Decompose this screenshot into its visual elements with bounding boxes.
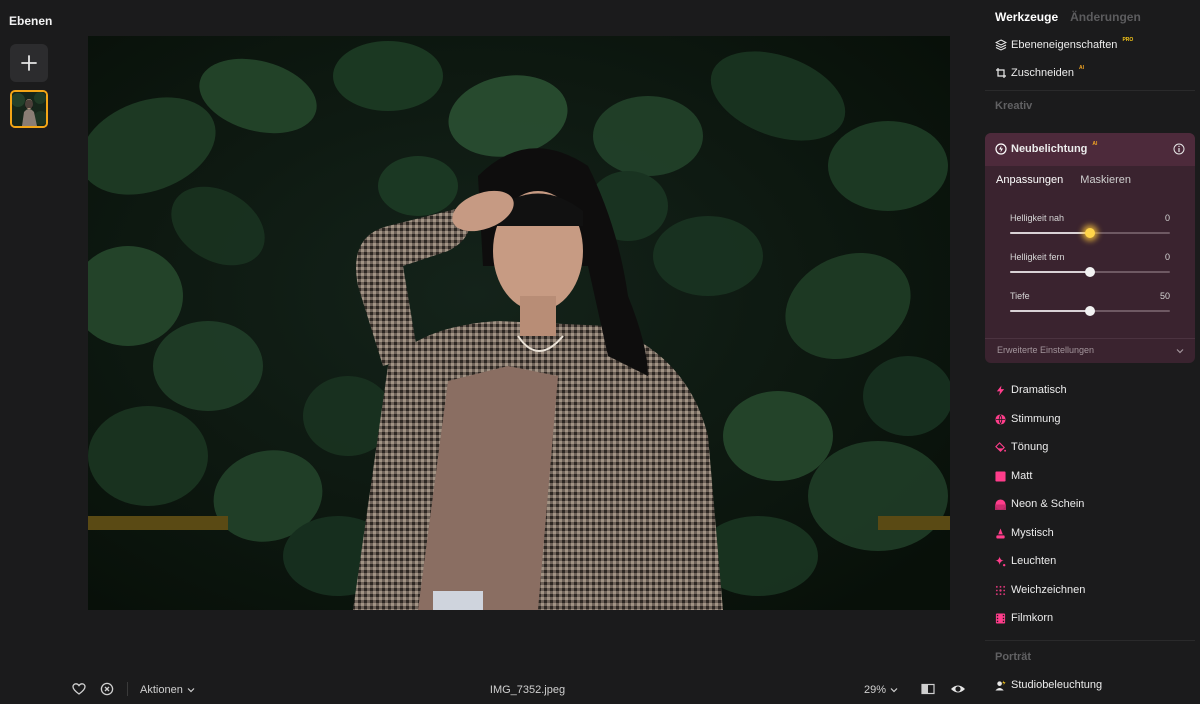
- section-creative: Kreativ: [995, 100, 1033, 112]
- zoom-menu[interactable]: 29%: [864, 684, 898, 696]
- layer-thumbnail[interactable]: [10, 90, 48, 128]
- relight-card: Neubelichtung AI Anpassungen Maskieren H…: [985, 133, 1195, 363]
- tool-label: Studiobeleuchtung: [1011, 679, 1103, 691]
- tool-dramatic[interactable]: Dramatisch: [995, 384, 1067, 396]
- tool-neon-glow[interactable]: Neon & Schein: [995, 498, 1084, 510]
- crop-icon: [996, 68, 1006, 78]
- tool-label: Neon & Schein: [1011, 498, 1085, 510]
- mystic-icon: [996, 527, 1005, 539]
- tool-studio-lighting[interactable]: Studiobeleuchtung: [995, 679, 1102, 691]
- info-icon[interactable]: [1173, 143, 1185, 155]
- slider-value: 0: [1164, 213, 1170, 223]
- divider: [985, 90, 1195, 91]
- relight-icon: [995, 143, 1007, 155]
- section-portrait: Porträt: [995, 651, 1032, 663]
- tool-label: Stimmung: [1011, 413, 1061, 425]
- slider-handle[interactable]: [1085, 228, 1095, 238]
- slider-fill: [1010, 310, 1090, 312]
- slider-value: 0: [1164, 252, 1170, 262]
- divider: [985, 338, 1195, 339]
- actions-label: Aktionen: [140, 684, 183, 696]
- bottom-toolbar: Aktionen IMG_7352.jpeg 29%: [60, 672, 980, 704]
- slider-value: 50: [1159, 291, 1170, 301]
- relight-header[interactable]: Neubelichtung AI: [985, 133, 1195, 166]
- studio-light-icon: [995, 679, 1006, 691]
- tool-label: Tönung: [1011, 441, 1049, 453]
- compare-icon[interactable]: [921, 682, 935, 696]
- add-layer-button[interactable]: [10, 44, 48, 82]
- tool-label: Filmkorn: [1011, 612, 1054, 624]
- tool-label: Ebeneneigenschaften: [1011, 39, 1118, 51]
- photo-preview[interactable]: [88, 36, 950, 610]
- tool-label: Weichzeichnen: [1011, 584, 1086, 596]
- subtab-masking[interactable]: Maskieren: [1080, 174, 1131, 186]
- tool-mystic[interactable]: Mystisch: [995, 527, 1054, 539]
- tool-label: Matt: [1011, 470, 1033, 482]
- slider-handle[interactable]: [1085, 267, 1095, 277]
- tool-label: Zuschneiden: [1011, 67, 1074, 79]
- tab-tools[interactable]: Werkzeuge: [995, 10, 1058, 24]
- tool-glow[interactable]: Leuchten: [995, 555, 1056, 567]
- pro-badge: PRO: [1122, 37, 1134, 43]
- slider-fill: [1010, 271, 1090, 273]
- tools-panel: Werkzeuge Änderungen Ebeneneigenschaften…: [980, 0, 1200, 704]
- tool-matte[interactable]: Matt: [995, 470, 1032, 482]
- layer-thumbnail-image: [12, 92, 46, 126]
- plus-icon: [21, 55, 37, 71]
- relight-title: Neubelichtung: [1011, 143, 1088, 155]
- lightning-icon: [996, 384, 1005, 396]
- chevron-down-icon: [890, 688, 898, 693]
- tool-layer-properties[interactable]: Ebeneneigenschaften PRO: [995, 37, 1134, 51]
- ai-badge: AI: [1092, 141, 1098, 147]
- slider-label: Tiefe: [1010, 291, 1030, 301]
- heart-icon[interactable]: [72, 682, 86, 696]
- blur-icon: [995, 585, 1006, 595]
- file-name: IMG_7352.jpeg: [489, 684, 566, 696]
- chevron-down-icon[interactable]: [1175, 346, 1185, 356]
- tool-film-grain[interactable]: Filmkorn: [995, 612, 1053, 624]
- advanced-settings-toggle[interactable]: Erweiterte Einstellungen: [997, 345, 1094, 355]
- tool-label: Mystisch: [1011, 527, 1054, 539]
- layers-icon: [995, 39, 1007, 51]
- relight-subtabs: Anpassungen Maskieren: [996, 174, 1131, 186]
- ai-badge: AI: [1079, 65, 1084, 71]
- tab-changes[interactable]: Änderungen: [1070, 10, 1141, 24]
- canvas-area: [60, 0, 980, 672]
- tool-tint[interactable]: Tönung: [995, 441, 1048, 453]
- panel-tabs: Werkzeuge Änderungen: [995, 10, 1141, 24]
- eye-icon[interactable]: [950, 682, 966, 696]
- tool-label: Leuchten: [1011, 555, 1057, 567]
- zoom-level: 29%: [864, 684, 887, 696]
- tool-crop[interactable]: Zuschneiden AI: [995, 65, 1084, 79]
- reject-icon[interactable]: [100, 682, 114, 696]
- sparkle-icon: [995, 555, 1006, 566]
- tool-label: Dramatisch: [1011, 384, 1067, 396]
- paint-bucket-icon: [995, 441, 1006, 452]
- portrait-photo: [88, 36, 950, 610]
- tool-soften[interactable]: Weichzeichnen: [995, 584, 1085, 596]
- mood-icon: [995, 413, 1006, 425]
- actions-menu[interactable]: Aktionen: [140, 684, 195, 696]
- subtab-adjustments[interactable]: Anpassungen: [996, 174, 1063, 186]
- square-icon: [995, 470, 1006, 482]
- slider-handle[interactable]: [1085, 306, 1095, 316]
- chevron-down-icon: [187, 688, 195, 693]
- slider-label: Helligkeit nah: [1010, 213, 1065, 223]
- relight-title-row: Neubelichtung AI: [995, 141, 1098, 155]
- tool-mood[interactable]: Stimmung: [995, 413, 1061, 425]
- film-icon: [995, 612, 1006, 624]
- neon-icon: [995, 498, 1006, 510]
- slider-fill: [1010, 232, 1090, 234]
- divider: [985, 640, 1195, 641]
- layers-panel: Ebenen: [0, 0, 60, 704]
- toolbar-divider: [127, 682, 128, 696]
- layers-title: Ebenen: [9, 14, 53, 28]
- slider-label: Helligkeit fern: [1010, 252, 1065, 262]
